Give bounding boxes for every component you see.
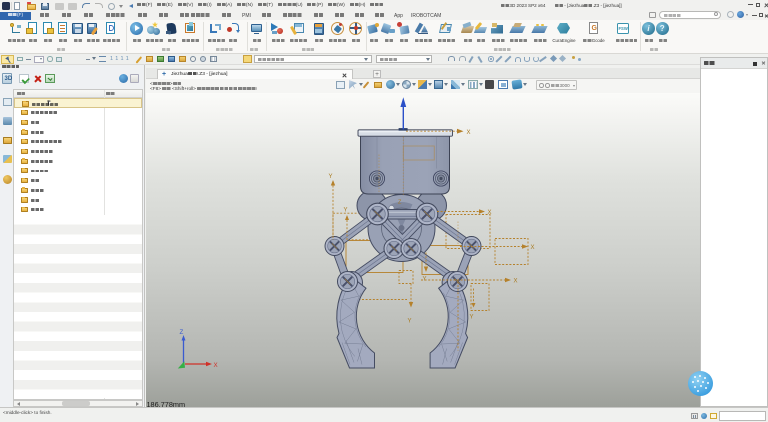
svg-text:Y: Y <box>408 318 412 324</box>
svg-text:Y: Y <box>329 174 333 180</box>
svg-text:X: X <box>514 278 518 284</box>
svg-text:X: X <box>214 362 218 369</box>
svg-text:X: X <box>531 245 535 251</box>
svg-text:Y: Y <box>423 276 427 282</box>
svg-text:186.778mm: 186.778mm <box>147 400 186 408</box>
svg-text:Y: Y <box>344 207 348 213</box>
svg-text:X: X <box>488 210 492 216</box>
svg-text:X: X <box>467 129 471 135</box>
svg-text:Y: Y <box>470 314 474 320</box>
svg-text:Z: Z <box>180 329 184 336</box>
